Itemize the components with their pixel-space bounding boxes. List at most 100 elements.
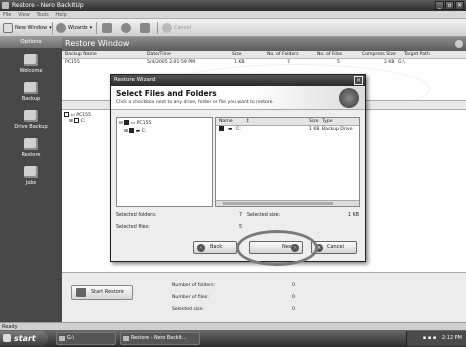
file-list-header: Name ↕ Size Type: [216, 118, 359, 126]
cancel-toolbar-button[interactable]: Cancel: [162, 22, 191, 34]
properties-icon: [140, 23, 150, 33]
start-button[interactable]: start: [0, 331, 48, 346]
maximize-button[interactable]: ▫: [445, 1, 454, 10]
window-title: Restore - Nero BackItUp: [12, 2, 84, 9]
column-header[interactable]: Target Path: [404, 51, 430, 59]
selected-files-value: 5: [239, 225, 243, 230]
back-button[interactable]: ‹ Back: [193, 241, 237, 254]
size-label: Selected size:: [172, 307, 204, 312]
close-button[interactable]: ×: [455, 1, 464, 10]
sidebar-item-restore[interactable]: Restore: [0, 136, 62, 166]
sidebar-item-label: Jobs: [25, 180, 37, 186]
checkbox[interactable]: [129, 128, 135, 133]
taskbar-item-nero[interactable]: Restore - Nero BackIt...: [120, 332, 200, 345]
menu-help[interactable]: Help: [55, 12, 66, 18]
page-title-text: Restore Window: [65, 39, 130, 48]
welcome-icon: [24, 54, 38, 66]
selected-size-value: 1 KB: [348, 213, 360, 218]
cancel-label: Cancel: [327, 244, 344, 250]
toolbar: New Window ▾ Wizards ▾ Cancel: [0, 19, 466, 37]
target-cell: G:\: [398, 60, 405, 65]
windows-logo-icon: [3, 334, 11, 342]
checkbox[interactable]: [219, 126, 224, 131]
compress-cell: 2 KB: [384, 60, 395, 65]
drive-backup-icon: [24, 110, 38, 122]
expand-icon[interactable]: ⊞: [124, 129, 128, 134]
task-label: Restore - Nero BackIt...: [131, 336, 187, 341]
column-header[interactable]: Size: [232, 51, 241, 59]
start-label: start: [14, 334, 36, 343]
selected-folders-value: 7: [239, 213, 243, 218]
dialog-banner: Select Files and Folders Click a checkbo…: [111, 86, 365, 110]
minimize-button[interactable]: _: [435, 1, 444, 10]
selected-size-label: Selected size:: [247, 213, 281, 218]
list-item-size: 1 KB: [309, 127, 320, 132]
column-header[interactable]: Date/Time: [147, 51, 171, 59]
file-list-pane: Name ↕ Size Type ▬ C: 1 KB Backup Drive: [215, 117, 360, 207]
cancel-icon: [162, 23, 172, 33]
search-button[interactable]: [121, 22, 131, 34]
column-header-size[interactable]: Size: [309, 118, 318, 126]
list-item-type: Backup Drive: [322, 127, 353, 132]
open-button[interactable]: [102, 22, 112, 34]
sidebar-item-label: Backup: [21, 96, 41, 102]
tree-label: C:: [80, 119, 86, 124]
wizards-button[interactable]: Wizards ▾: [56, 22, 92, 34]
collapse-icon[interactable]: ⊟: [119, 121, 123, 126]
sidebar-item-welcome[interactable]: Welcome: [0, 52, 62, 82]
toolbar-separator: [157, 22, 158, 34]
taskbar-item-explorer[interactable]: G:\: [56, 332, 116, 345]
system-tray: ▪ ▪ ▪ 2:12 PM: [406, 331, 466, 346]
start-restore-button[interactable]: Start Restore: [71, 285, 133, 300]
column-header[interactable]: No. of Folders: [267, 51, 299, 59]
column-header-type[interactable]: Type: [322, 118, 333, 126]
checkbox[interactable]: [64, 112, 69, 117]
menu-bar: File View Tools Help: [0, 11, 466, 19]
files-label: Number of files:: [172, 295, 209, 300]
restore-tree: ▭ PC155 ⊞ C:: [64, 112, 91, 124]
tree-node-root[interactable]: ⊟ ▭ PC155: [117, 118, 212, 128]
properties-button[interactable]: [140, 22, 150, 34]
back-label: Back: [210, 244, 223, 250]
wizards-label: Wizards: [68, 25, 88, 31]
next-button-highlight-circle: [236, 230, 318, 266]
horizontal-scrollbar[interactable]: [216, 200, 359, 206]
list-item[interactable]: ▬ C: 1 KB Backup Drive: [216, 126, 359, 134]
drive-icon: ▬: [135, 129, 141, 134]
expand-icon[interactable]: ⊞: [69, 119, 73, 124]
help-icon[interactable]: [455, 40, 463, 48]
restore-wizard-dialog: Restore Wizard × Select Files and Folder…: [110, 74, 366, 262]
menu-tools[interactable]: Tools: [36, 12, 48, 18]
column-header[interactable]: Backup Name: [65, 51, 97, 59]
dialog-close-button[interactable]: ×: [354, 76, 363, 85]
sidebar-item-jobs[interactable]: Jobs: [0, 164, 62, 194]
dialog-heading: Select Files and Folders: [116, 89, 217, 98]
tree-node-child[interactable]: ⊞ ▬ C:: [117, 128, 212, 134]
folders-value: 0: [292, 283, 295, 288]
scrollbar-thumb[interactable]: [223, 202, 333, 205]
backup-table-header: Backup Name Date/Time Size No. of Folder…: [62, 51, 466, 59]
checkbox[interactable]: [74, 118, 80, 123]
start-restore-label: Start Restore: [91, 289, 124, 295]
sidebar-item-drive-backup[interactable]: Drive Backup: [0, 108, 62, 138]
column-header[interactable]: No. of Files: [317, 51, 342, 59]
backup-name-cell: PC155: [65, 60, 80, 65]
tree-node-child[interactable]: ⊞ C:: [64, 118, 91, 124]
size-value: 0: [292, 307, 295, 312]
column-header-name[interactable]: Name: [219, 118, 233, 126]
menu-file[interactable]: File: [3, 12, 11, 18]
sidebar-item-backup[interactable]: Backup: [0, 80, 62, 110]
dialog-title-bar[interactable]: Restore Wizard ×: [111, 75, 365, 86]
folder-icon: [59, 336, 65, 341]
menu-view[interactable]: View: [18, 12, 30, 18]
tray-icons[interactable]: ▪ ▪ ▪: [423, 335, 436, 341]
column-header[interactable]: Compress Size: [362, 51, 396, 59]
wizard-icon: [56, 23, 66, 33]
sidebar-item-label: Drive Backup: [14, 124, 48, 130]
new-window-button[interactable]: New Window ▾: [3, 22, 52, 34]
list-item-name: C:: [236, 127, 241, 132]
new-window-label: New Window: [15, 25, 48, 31]
checkbox[interactable]: [124, 120, 130, 125]
task-label: G:\: [67, 336, 74, 341]
tree-label: C:: [141, 129, 147, 134]
